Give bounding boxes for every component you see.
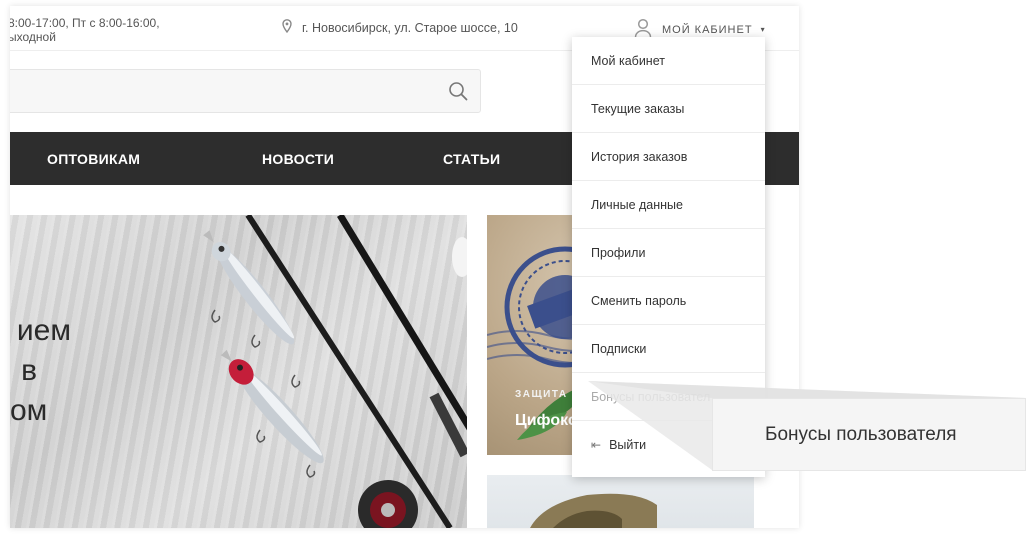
store-address-text: г. Новосибирск, ул. Старое шоссе, 10 bbox=[302, 20, 518, 35]
store-address[interactable]: г. Новосибирск, ул. Старое шоссе, 10 bbox=[282, 19, 518, 36]
menu-item-order-history[interactable]: История заказов bbox=[572, 133, 765, 181]
fishing-gear-image bbox=[203, 215, 467, 528]
nav-item-wholesale[interactable]: ОПТОВИКАМ bbox=[47, 151, 140, 167]
location-pin-icon bbox=[282, 19, 292, 36]
banner-heading: ием в ом bbox=[10, 311, 71, 431]
banner-line-1: ием bbox=[16, 314, 71, 347]
working-hours-line-2: ыходной bbox=[10, 30, 56, 44]
my-cabinet-label: МОЙ КАБИНЕТ bbox=[662, 23, 753, 36]
banner-line-2: в bbox=[21, 354, 37, 387]
zoom-callout-label: Бонусы пользователя bbox=[765, 423, 957, 445]
promo-banner[interactable]: ием в ом bbox=[10, 215, 467, 528]
zoom-callout: Бонусы пользователя bbox=[712, 398, 1026, 471]
logout-icon: ⇤ bbox=[591, 438, 602, 452]
search-input[interactable] bbox=[10, 69, 481, 113]
camouflage-item-image bbox=[530, 493, 657, 528]
banner-line-3: ом bbox=[10, 394, 48, 427]
working-hours-line-1: 8:00-17:00, Пт с 8:00-16:00, bbox=[10, 16, 160, 30]
menu-item-current-orders[interactable]: Текущие заказы bbox=[572, 85, 765, 133]
menu-item-change-password[interactable]: Сменить пароль bbox=[572, 277, 765, 325]
menu-item-profiles[interactable]: Профили bbox=[572, 229, 765, 277]
menu-item-subscriptions[interactable]: Подписки bbox=[572, 325, 765, 373]
promo-tile-2[interactable] bbox=[487, 475, 754, 528]
menu-item-logout-label: Выйти bbox=[609, 438, 647, 452]
menu-item-my-cabinet[interactable]: Мой кабинет bbox=[572, 37, 765, 85]
tile-caption-title: Цифокс bbox=[515, 412, 577, 429]
nav-item-articles[interactable]: СТАТЬИ bbox=[443, 151, 500, 167]
menu-item-personal-data[interactable]: Личные данные bbox=[572, 181, 765, 229]
search-icon[interactable] bbox=[448, 81, 468, 101]
chevron-down-icon: ▾ bbox=[760, 25, 766, 34]
working-hours: 8:00-17:00, Пт с 8:00-16:00, ыходной bbox=[10, 16, 160, 44]
nav-item-news[interactable]: НОВОСТИ bbox=[262, 151, 334, 167]
